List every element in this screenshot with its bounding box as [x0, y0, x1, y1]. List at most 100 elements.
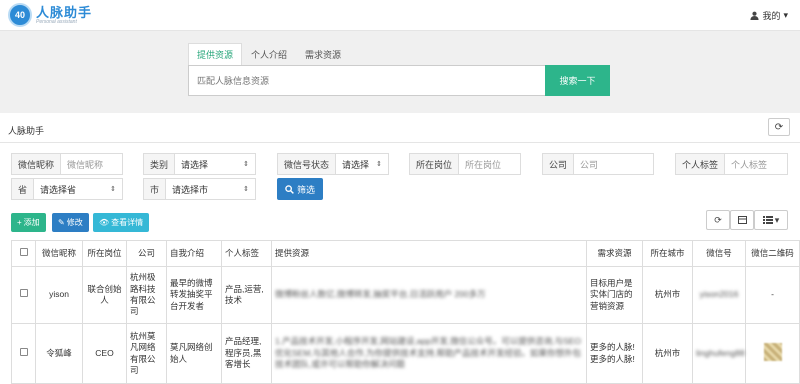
- tab-provide-resource[interactable]: 提供资源: [188, 43, 243, 67]
- cell-city: 杭州市: [642, 266, 693, 324]
- edit-button[interactable]: ✎ 修改: [52, 213, 89, 232]
- table-row[interactable]: yison 联合创始人 杭州极路科技有限公司 最早的微博转发抽奖平台开发者 产品…: [11, 266, 800, 324]
- user-menu-label: 我的: [762, 11, 781, 21]
- filter-company-label: 公司: [542, 153, 575, 175]
- filter-company-input[interactable]: 公司: [574, 153, 654, 175]
- search-button[interactable]: 搜索一下: [545, 65, 610, 96]
- column-header[interactable]: 微信号: [692, 240, 746, 267]
- top-navbar: 40 人脉助手 Personal assistant 我的 ▾: [0, 0, 800, 31]
- filter-nickname-label: 微信昵称: [11, 153, 62, 175]
- search-icon: [285, 184, 294, 194]
- filter-position-label: 所在岗位: [409, 153, 460, 175]
- filter-tags-input[interactable]: 个人标签: [725, 153, 788, 175]
- table-row[interactable]: 令狐峰 CEO 杭州莫凡网络有限公司 莫凡网络创始人 产品经理,程序员,黑客增长…: [11, 323, 800, 384]
- filter-city-label: 市: [143, 178, 167, 200]
- cell-company: 杭州莫凡网络有限公司: [126, 323, 167, 384]
- caret-down-icon: ▾: [783, 10, 788, 20]
- filter-city-select[interactable]: 请选择市 ⇕: [166, 178, 256, 200]
- tab-need-resource[interactable]: 需求资源: [296, 43, 350, 67]
- column-header[interactable]: 所在岗位: [82, 240, 127, 267]
- column-header[interactable]: 公司: [126, 240, 167, 267]
- filter-wx-status-label: 微信号状态: [277, 153, 337, 175]
- table-header-row: 微信昵称 所在岗位 公司 自我介绍 个人标签 提供资源 需求资源 所在城市 微信…: [11, 240, 800, 267]
- cell-position: CEO: [82, 323, 127, 384]
- cell-wechat: linghufeng88: [692, 323, 746, 384]
- filter-category-label: 类别: [143, 153, 176, 175]
- cell-resource: 微博粉丝人数亿,微博转发,抽奖平台,日活跃用户 200多万: [271, 266, 587, 324]
- filter-button-label: 筛选: [296, 184, 315, 195]
- app-logo[interactable]: 40 人脉助手 Personal assistant: [8, 3, 92, 27]
- tab-personal-intro[interactable]: 个人介绍: [242, 43, 296, 67]
- column-header[interactable]: 需求资源: [586, 240, 643, 267]
- page-title: 人脉助手: [8, 126, 45, 136]
- filter-button[interactable]: 筛选: [277, 178, 323, 200]
- caret-down-icon: ▾: [774, 214, 780, 225]
- refresh-icon: ⟳: [774, 121, 784, 133]
- filter-category: 类别 请选择 ⇕: [143, 153, 256, 175]
- select-arrows-icon: ⇕: [110, 186, 116, 193]
- filter-province-value: 请选择省: [40, 184, 77, 195]
- table-refresh-button[interactable]: ⟳: [706, 210, 730, 230]
- column-header[interactable]: 个人标签: [221, 240, 272, 267]
- filter-tags-label: 个人标签: [675, 153, 726, 175]
- eye-icon: 👁: [99, 218, 110, 227]
- select-arrows-icon: ⇕: [243, 186, 249, 193]
- add-button-label: 添加: [23, 218, 40, 227]
- logo-title: 人脉助手: [36, 4, 93, 20]
- refresh-icon: ⟳: [714, 214, 722, 225]
- filter-wx-status-select[interactable]: 请选择 ⇕: [336, 153, 389, 175]
- qr-code-image[interactable]: [763, 342, 782, 361]
- cell-qr[interactable]: [745, 323, 800, 384]
- cell-nickname: 令狐峰: [35, 323, 83, 384]
- cell-resource: 1.产品技术开发,小程序开发,网站建设,app开发,微信公众号。可以提供咨询,与…: [271, 323, 587, 384]
- user-menu[interactable]: 我的 ▾: [750, 9, 788, 22]
- columns-button[interactable]: ▾: [754, 210, 788, 230]
- filter-tags: 个人标签 个人标签: [675, 153, 788, 175]
- column-header[interactable]: 提供资源: [271, 240, 587, 267]
- filter-position-input[interactable]: 所在岗位: [459, 153, 521, 175]
- plus-icon: +: [17, 218, 22, 227]
- cell-intro: 莫凡网络创始人: [166, 323, 222, 384]
- list-view-icon: [737, 216, 747, 224]
- filter-wx-status-value: 请选择: [342, 159, 370, 170]
- toggle-view-button[interactable]: [730, 210, 754, 230]
- refresh-button[interactable]: ⟳: [768, 118, 790, 136]
- filter-nickname-input[interactable]: 微信昵称: [61, 153, 123, 175]
- column-header[interactable]: 微信二维码: [745, 240, 800, 267]
- cell-need: 目标用户是实体门店的营销资源: [586, 266, 643, 324]
- column-header[interactable]: 微信昵称: [35, 240, 83, 267]
- columns-list-icon: [762, 216, 773, 224]
- cell-tags: 产品经理,程序员,黑客增长: [221, 323, 272, 384]
- filter-nickname: 微信昵称 微信昵称: [11, 153, 123, 175]
- filter-wx-status: 微信号状态 请选择 ⇕: [277, 153, 389, 175]
- filter-province-label: 省: [11, 178, 35, 200]
- add-button[interactable]: + 添加: [11, 213, 46, 232]
- column-header[interactable]: 自我介绍: [166, 240, 222, 267]
- cell-position: 联合创始人: [82, 266, 127, 324]
- cell-qr: -: [745, 266, 800, 324]
- view-details-button[interactable]: 👁 查看详情: [93, 213, 150, 232]
- filter-province-select[interactable]: 请选择省 ⇕: [34, 178, 123, 200]
- divider: [0, 142, 800, 143]
- row-checkbox[interactable]: [11, 323, 36, 384]
- cell-company: 杭州极路科技有限公司: [126, 266, 167, 324]
- filter-category-value: 请选择: [181, 159, 209, 170]
- filter-position: 所在岗位 所在岗位: [409, 153, 521, 175]
- select-arrows-icon: ⇕: [243, 161, 249, 168]
- resource-search-input[interactable]: [188, 65, 546, 96]
- resource-tabs: 提供资源 个人介绍 需求资源: [188, 43, 350, 67]
- select-arrows-icon: ⇕: [376, 161, 382, 168]
- cell-tags: 产品,运营,技术: [221, 266, 272, 324]
- select-all-checkbox[interactable]: [11, 240, 36, 267]
- edit-button-label: 修改: [66, 218, 83, 227]
- filter-category-select[interactable]: 请选择 ⇕: [175, 153, 256, 175]
- filter-city: 市 请选择市 ⇕: [143, 178, 256, 200]
- row-checkbox[interactable]: [11, 266, 36, 324]
- cell-wechat: yison2016: [692, 266, 746, 324]
- view-details-button-label: 查看详情: [111, 218, 144, 227]
- filter-city-value: 请选择市: [172, 184, 209, 195]
- logo-badge: 40: [8, 3, 32, 27]
- logo-subtitle: Personal assistant: [36, 18, 77, 25]
- column-header[interactable]: 所在城市: [642, 240, 693, 267]
- cell-need: 更多的人脉!更多的人脉!: [586, 323, 643, 384]
